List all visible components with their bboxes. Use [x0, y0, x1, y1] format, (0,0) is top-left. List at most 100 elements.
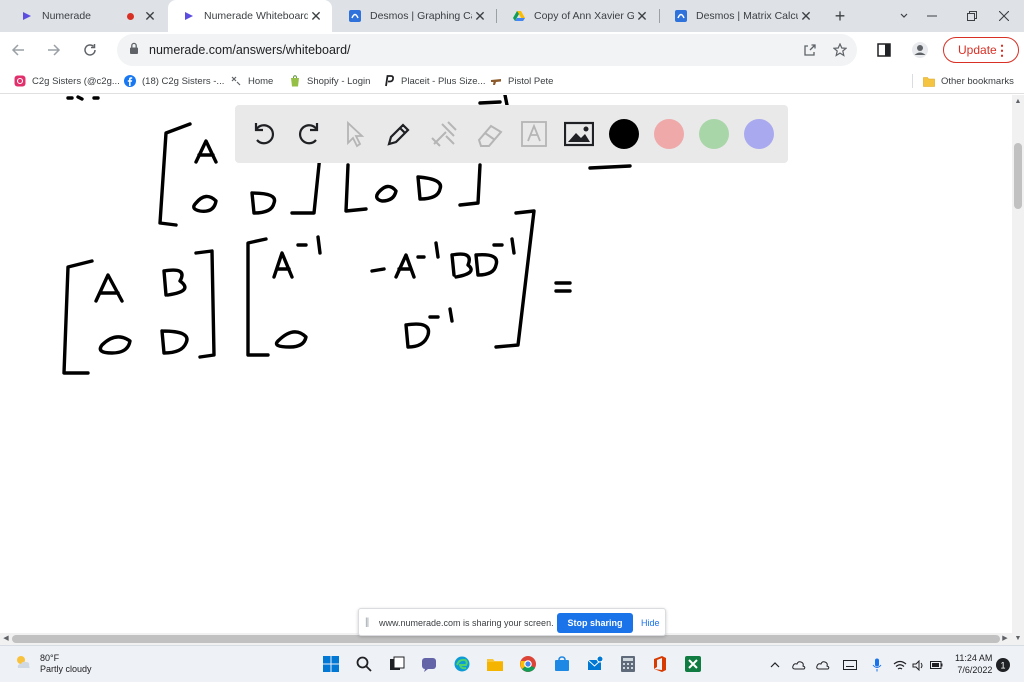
close-tab-icon[interactable]: ✕: [798, 8, 814, 24]
close-tab-icon[interactable]: ✕: [634, 8, 650, 24]
url-text: numerade.com/answers/whiteboard/: [149, 43, 351, 57]
desmos-icon: [348, 9, 362, 23]
close-tab-icon[interactable]: ✕: [308, 8, 324, 24]
ink-letter-d: [404, 322, 431, 349]
undo-icon[interactable]: [247, 117, 281, 151]
ink-letter-d: [416, 175, 443, 201]
update-label: Update: [958, 43, 997, 57]
minimize-icon[interactable]: [912, 0, 952, 32]
whiteboard-toolbar: [235, 105, 788, 163]
tab-google-drive[interactable]: Copy of Ann Xavier Gante ✕: [498, 0, 658, 32]
bookmark-pistol-pete[interactable]: Pistol Pete: [490, 74, 553, 88]
bookmark-shopify[interactable]: Shopify - Login: [289, 74, 370, 88]
redo-icon[interactable]: [292, 117, 326, 151]
wifi-icon[interactable]: [893, 658, 907, 672]
office-icon[interactable]: [651, 655, 669, 673]
recording-indicator-icon: [127, 12, 134, 20]
tab-numerade[interactable]: Numerade ✕: [6, 0, 166, 32]
vertical-scroll-thumb[interactable]: [1014, 143, 1022, 209]
microphone-icon[interactable]: [870, 658, 884, 672]
close-tab-icon[interactable]: ✕: [472, 8, 488, 24]
text-icon[interactable]: [517, 117, 551, 151]
search-icon[interactable]: [355, 655, 373, 673]
color-swatch-green[interactable]: [699, 119, 729, 149]
stop-sharing-button[interactable]: Stop sharing: [557, 613, 633, 633]
bookmark-placeit[interactable]: Placeit - Plus Size...: [383, 74, 485, 88]
mail-icon[interactable]: [586, 655, 604, 673]
weather-widget[interactable]: 80°F Partly cloudy: [14, 653, 92, 675]
show-hidden-icons-icon[interactable]: [768, 658, 782, 672]
windows-start-icon[interactable]: [322, 655, 340, 673]
keyboard-icon[interactable]: [843, 658, 857, 672]
whiteboard-canvas[interactable]: [0, 95, 1012, 633]
new-tab-icon[interactable]: +: [831, 7, 849, 25]
onedrive-icon[interactable]: [816, 658, 830, 672]
taskbar: 80°F Partly cloudy 11:24 AM 7/6/2022 1: [0, 645, 1024, 682]
sharing-message: www.numerade.com is sharing your screen.: [379, 618, 554, 628]
tab-desmos-graphing[interactable]: Desmos | Graphing Calculat ✕: [334, 0, 496, 32]
bookmark-label: Shopify - Login: [307, 75, 371, 87]
bookmark-c2g-facebook[interactable]: (18) C2g Sisters -...: [124, 74, 224, 88]
close-window-icon[interactable]: [984, 0, 1024, 32]
ink-fragment: [66, 95, 100, 101]
bookmark-home[interactable]: Home: [230, 74, 273, 88]
lock-icon[interactable]: [129, 42, 139, 60]
ink-bracket: [158, 122, 192, 227]
bookmark-c2g-instagram[interactable]: C2g Sisters (@c2g...: [14, 74, 120, 88]
svg-text:1: 1: [1000, 661, 1005, 671]
update-button[interactable]: Update ⋮: [943, 37, 1019, 63]
profile-avatar-icon[interactable]: [908, 38, 932, 62]
calculator-icon[interactable]: [619, 655, 637, 673]
color-swatch-blue[interactable]: [744, 119, 774, 149]
tab-numerade-whiteboard[interactable]: Numerade Whiteboard ✕: [168, 0, 332, 32]
teams-chat-icon[interactable]: [420, 655, 438, 673]
chrome-icon[interactable]: [519, 655, 537, 673]
share-icon[interactable]: [801, 41, 819, 59]
volume-icon[interactable]: [911, 658, 925, 672]
bookmarks-bar: C2g Sisters (@c2g... (18) C2g Sisters -.…: [0, 68, 1024, 94]
tools-icon[interactable]: [427, 117, 461, 151]
eraser-icon[interactable]: [472, 117, 506, 151]
pointer-icon[interactable]: [337, 117, 371, 151]
edge-icon[interactable]: [453, 655, 471, 673]
horizontal-scroll-thumb[interactable]: [12, 635, 1000, 643]
screen: Numerade ✕ Numerade Whiteboard ✕ Desmos …: [0, 0, 1024, 682]
color-swatch-red[interactable]: [654, 119, 684, 149]
ink-letter-d: [160, 329, 189, 355]
tab-title: Desmos | Matrix Calculator: [696, 10, 798, 22]
reload-icon[interactable]: [78, 38, 102, 62]
tab-desmos-matrix[interactable]: Desmos | Matrix Calculator ✕: [660, 0, 822, 32]
image-icon[interactable]: [562, 117, 596, 151]
back-icon[interactable]: [6, 38, 30, 62]
bookmark-label: Home: [248, 75, 274, 87]
whiteboard-page: [0, 95, 1012, 633]
battery-icon[interactable]: [929, 658, 943, 672]
file-explorer-icon[interactable]: [486, 655, 504, 673]
scroll-down-icon[interactable]: ▼: [1014, 635, 1022, 643]
scroll-up-icon[interactable]: ▲: [1014, 98, 1022, 106]
hide-link[interactable]: Hide: [641, 618, 660, 628]
vertical-scrollbar[interactable]: ▲: [1012, 95, 1024, 633]
shopify-icon: [289, 75, 301, 87]
more-menu-icon[interactable]: ⋮: [995, 42, 1009, 58]
drag-handle-icon[interactable]: ||: [365, 617, 369, 628]
store-icon[interactable]: [553, 655, 571, 673]
scroll-left-icon[interactable]: ◀: [2, 635, 10, 643]
screen-sharing-bar: || www.numerade.com is sharing your scre…: [358, 608, 666, 636]
task-view-icon[interactable]: [388, 655, 406, 673]
close-tab-icon[interactable]: ✕: [142, 8, 158, 24]
cloud-sync-icon[interactable]: [792, 658, 806, 672]
pen-icon[interactable]: [382, 117, 416, 151]
excel-icon[interactable]: [684, 655, 702, 673]
color-swatch-black[interactable]: [609, 119, 639, 149]
forward-icon[interactable]: [42, 38, 66, 62]
ink-letter-o: [274, 330, 308, 349]
other-bookmarks[interactable]: Other bookmarks: [923, 74, 1014, 88]
address-bar[interactable]: numerade.com/answers/whiteboard/: [117, 34, 857, 66]
notifications-icon[interactable]: 1: [996, 658, 1010, 672]
side-panel-icon[interactable]: [872, 38, 896, 62]
clock[interactable]: 11:24 AM 7/6/2022: [955, 652, 992, 676]
scroll-right-icon[interactable]: ▶: [1001, 635, 1009, 643]
clock-date: 7/6/2022: [957, 665, 993, 675]
bookmark-star-icon[interactable]: [831, 41, 849, 59]
